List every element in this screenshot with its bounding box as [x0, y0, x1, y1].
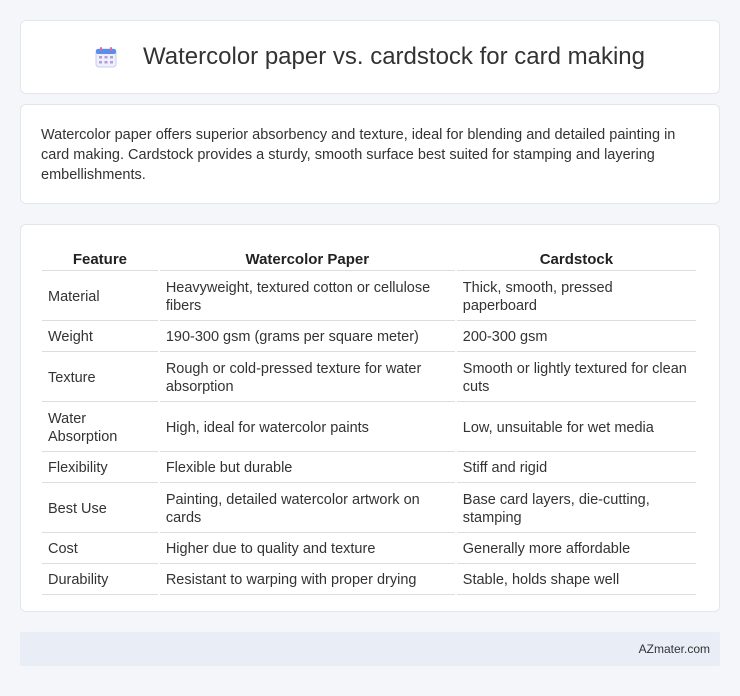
header-feature: Feature	[42, 247, 158, 271]
table-row: Texture Rough or cold-pressed texture fo…	[42, 354, 696, 402]
table-row: Durability Resistant to warping with pro…	[42, 566, 696, 595]
cell-cardstock: Thick, smooth, pressed paperboard	[456, 273, 696, 321]
cell-feature: Material	[42, 273, 158, 321]
cell-cardstock: 200-300 gsm	[456, 323, 696, 352]
cell-cardstock: Stiff and rigid	[456, 454, 696, 483]
cell-feature: Water Absorption	[42, 404, 158, 452]
cell-watercolor: Higher due to quality and texture	[159, 535, 455, 564]
summary-card: Watercolor paper offers superior absorbe…	[20, 104, 720, 204]
header-watercolor: Watercolor Paper	[159, 247, 455, 271]
cell-feature: Weight	[42, 323, 158, 352]
footer-bar: AZmater.com	[20, 632, 720, 666]
cell-cardstock: Low, unsuitable for wet media	[456, 404, 696, 452]
cell-feature: Best Use	[42, 485, 158, 533]
table-row: Material Heavyweight, textured cotton or…	[42, 273, 696, 321]
cell-cardstock: Smooth or lightly textured for clean cut…	[456, 354, 696, 402]
comparison-table: Feature Watercolor Paper Cardstock Mater…	[40, 245, 698, 597]
table-row: Best Use Painting, detailed watercolor a…	[42, 485, 696, 533]
cell-feature: Texture	[42, 354, 158, 402]
table-row: Flexibility Flexible but durable Stiff a…	[42, 454, 696, 483]
cell-cardstock: Generally more affordable	[456, 535, 696, 564]
footer-brand[interactable]: AZmater.com	[639, 642, 710, 656]
cell-watercolor: High, ideal for watercolor paints	[159, 404, 455, 452]
cell-feature: Cost	[42, 535, 158, 564]
cell-watercolor: 190-300 gsm (grams per square meter)	[159, 323, 455, 352]
header-cardstock: Cardstock	[456, 247, 696, 271]
cell-feature: Flexibility	[42, 454, 158, 483]
cell-watercolor: Flexible but durable	[159, 454, 455, 483]
cell-watercolor: Rough or cold-pressed texture for water …	[159, 354, 455, 402]
cell-cardstock: Base card layers, die-cutting, stamping	[456, 485, 696, 533]
page-title: Watercolor paper vs. cardstock for card …	[143, 43, 645, 70]
cell-watercolor: Heavyweight, textured cotton or cellulos…	[159, 273, 455, 321]
cell-watercolor: Painting, detailed watercolor artwork on…	[159, 485, 455, 533]
cell-cardstock: Stable, holds shape well	[456, 566, 696, 595]
calendar-icon	[95, 46, 117, 68]
cell-watercolor: Resistant to warping with proper drying	[159, 566, 455, 595]
table-row: Water Absorption High, ideal for waterco…	[42, 404, 696, 452]
table-header-row: Feature Watercolor Paper Cardstock	[42, 247, 696, 271]
title-card: Watercolor paper vs. cardstock for card …	[20, 20, 720, 94]
cell-feature: Durability	[42, 566, 158, 595]
comparison-table-card: Feature Watercolor Paper Cardstock Mater…	[20, 224, 720, 612]
table-row: Cost Higher due to quality and texture G…	[42, 535, 696, 564]
table-row: Weight 190-300 gsm (grams per square met…	[42, 323, 696, 352]
summary-text: Watercolor paper offers superior absorbe…	[41, 127, 676, 183]
